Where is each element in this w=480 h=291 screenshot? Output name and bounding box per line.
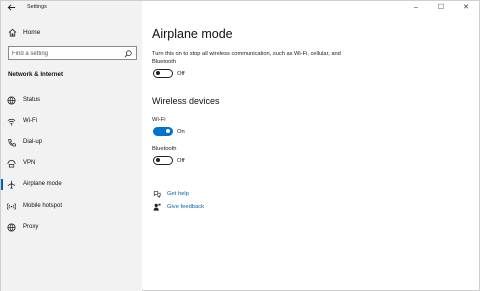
globe-icon	[7, 96, 16, 105]
back-arrow-icon	[7, 4, 16, 11]
airplane-description: Turn this on to stop all wireless commun…	[152, 51, 341, 65]
globe-icon	[7, 223, 16, 232]
sidebar-item-proxy[interactable]: Proxy	[1, 219, 142, 237]
dialup-icon	[8, 138, 16, 147]
title-bar: Settings	[1, 1, 142, 14]
sidebar-item-airplane-mode[interactable]: Airplane mode	[1, 176, 142, 194]
sidebar-item-mobile-hotspot[interactable]: Mobile hotspot	[1, 198, 142, 216]
sidebar-item-label: Wi-Fi	[23, 118, 37, 124]
sidebar: Settings Home Network & Internet Status …	[1, 1, 142, 291]
sidebar-item-status[interactable]: Status	[1, 92, 142, 110]
bluetooth-label: Bluetooth	[152, 146, 177, 152]
vpn-icon	[7, 159, 16, 168]
sidebar-item-label: Status	[23, 97, 41, 103]
sidebar-item-label: VPN	[23, 160, 36, 166]
sidebar-item-wifi[interactable]: Wi-Fi	[1, 113, 142, 131]
give-feedback-label[interactable]: Give feedback	[167, 203, 204, 211]
wifi-toggle-state: On	[177, 128, 185, 135]
back-button[interactable]	[7, 3, 17, 13]
home-icon	[8, 28, 17, 37]
sidebar-item-label: Mobile hotspot	[23, 203, 63, 209]
airplane-icon	[7, 180, 16, 189]
feedback-icon	[153, 203, 161, 211]
sidebar-item-label: Proxy	[23, 224, 39, 230]
hotspot-icon	[7, 203, 16, 210]
wifi-toggle[interactable]	[153, 127, 173, 136]
sidebar-item-label: Airplane mode	[23, 181, 62, 187]
airplane-mode-toggle[interactable]	[153, 69, 173, 78]
bluetooth-toggle-state: Off	[177, 157, 185, 164]
section-title: Network & Internet	[8, 71, 64, 78]
get-help-label[interactable]: Get help	[167, 190, 189, 198]
sidebar-item-label: Dial-up	[23, 139, 43, 145]
wireless-devices-title: Wireless devices	[152, 96, 220, 106]
app-title: Settings	[27, 4, 47, 10]
sidebar-item-dialup[interactable]: Dial-up	[1, 134, 142, 152]
page-title: Airplane mode	[152, 27, 233, 41]
give-feedback-link[interactable]: Give feedback	[152, 202, 272, 212]
search-input[interactable]	[12, 49, 122, 58]
wifi-icon	[7, 118, 16, 126]
wifi-label: Wi-Fi	[152, 117, 166, 123]
home-label: Home	[23, 29, 41, 36]
bluetooth-toggle[interactable]	[153, 156, 173, 165]
help-icon	[153, 191, 161, 198]
search-box[interactable]	[8, 46, 137, 60]
home-nav-item[interactable]: Home	[1, 26, 142, 40]
settings-window: Settings Home Network & Internet Status …	[0, 0, 480, 291]
get-help-link[interactable]: Get help	[152, 189, 272, 199]
airplane-toggle-state: Off	[177, 70, 185, 77]
main-content: Airplane mode Turn this on to stop all w…	[152, 1, 472, 291]
sidebar-item-vpn[interactable]: VPN	[1, 155, 142, 173]
search-icon[interactable]	[124, 50, 132, 58]
